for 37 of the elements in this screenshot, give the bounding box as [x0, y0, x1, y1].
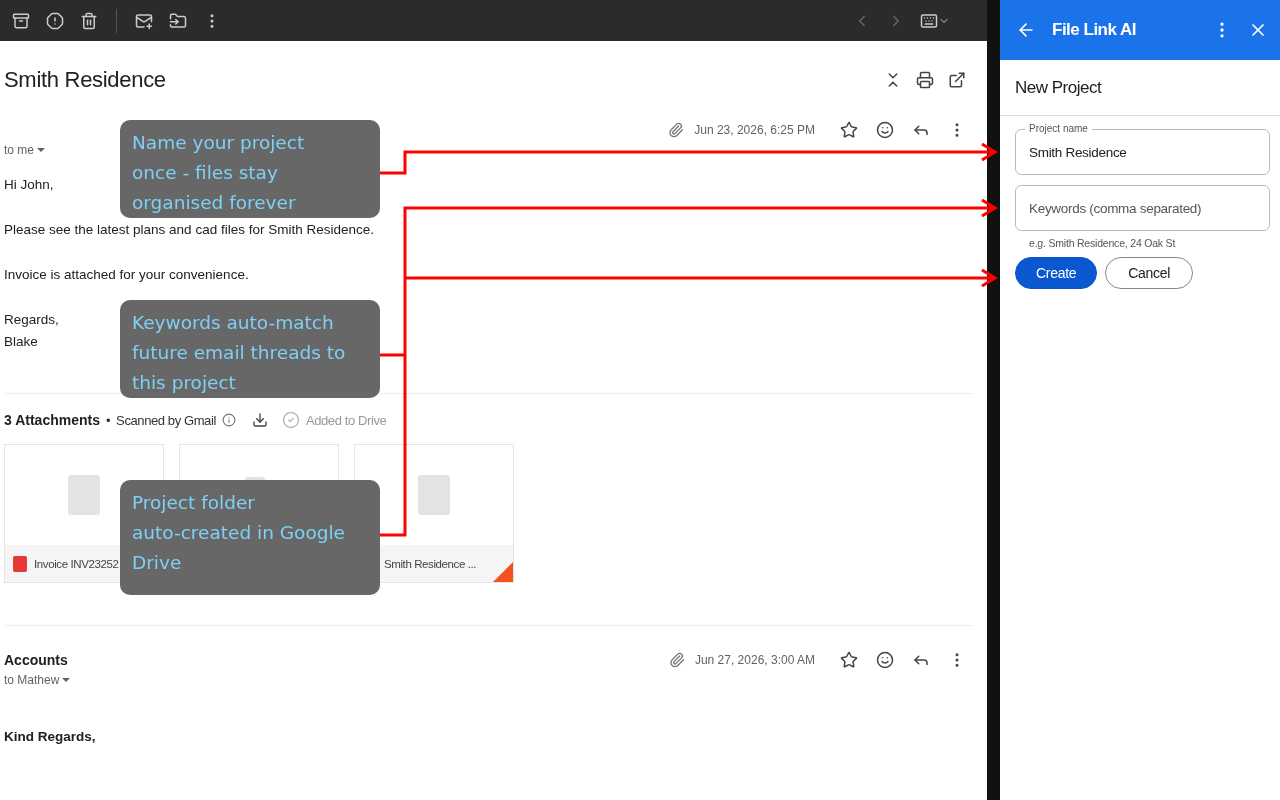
- download-icon[interactable]: [251, 412, 268, 428]
- dropdown-caret-icon[interactable]: [61, 675, 72, 685]
- message-text: Kind Regards,: [4, 728, 96, 746]
- attachments-count: 3 Attachments: [4, 412, 100, 428]
- message-text: Hi John,: [4, 176, 54, 194]
- pdf-icon: [13, 555, 27, 572]
- email-subject: Smith Residence: [4, 67, 166, 93]
- separator-dot: •: [105, 412, 111, 428]
- scan-label: Scanned by Gmail: [116, 412, 216, 428]
- drive-label: Added to Drive: [305, 412, 387, 428]
- sender-name: Accounts: [4, 651, 68, 670]
- pdf-icon: [68, 475, 100, 515]
- section-heading: New Project: [1015, 77, 1102, 98]
- callout-tooltip: Name your project once - files stay organised forever: [120, 120, 380, 218]
- check-circle-icon[interactable]: [281, 411, 300, 429]
- field-hint: e.g. Smith Residence, 24 Oak St: [1029, 237, 1177, 249]
- pdf-icon: [418, 475, 450, 515]
- panel-title: File Link AI: [1052, 20, 1138, 40]
- recipient-label: to Mathew: [4, 672, 60, 689]
- message-text: Blake: [4, 333, 38, 351]
- message-text: Please see the latest plans and cad files for Smith Residence.: [4, 221, 374, 239]
- folded-corner-icon: [493, 562, 513, 582]
- dropdown-caret-icon[interactable]: [36, 145, 46, 155]
- create-button[interactable]: Create: [1015, 257, 1098, 289]
- info-icon[interactable]: [221, 413, 236, 427]
- field-label: Project name: [1025, 123, 1092, 135]
- attachment-name: Invoice INV23252: [34, 557, 119, 570]
- message-date: Jun 23, 2026, 6:25 PM: [694, 123, 815, 137]
- text-field[interactable]: Keywords (comma separated): [1015, 185, 1270, 231]
- callout-tooltip: Keywords auto-match future email threads to this project: [120, 300, 380, 398]
- message-text: Invoice is attached for your convenience.: [4, 266, 249, 284]
- recipient-label: to me: [4, 142, 34, 159]
- message-date: Jun 27, 2026, 3:00 AM: [694, 653, 815, 667]
- message-text: Regards,: [4, 311, 59, 329]
- callout-tooltip: Project folder auto-created in Google Drive: [120, 480, 380, 595]
- attachment-name: Smith Residence ...: [384, 557, 477, 570]
- cancel-button[interactable]: Cancel: [1105, 257, 1193, 289]
